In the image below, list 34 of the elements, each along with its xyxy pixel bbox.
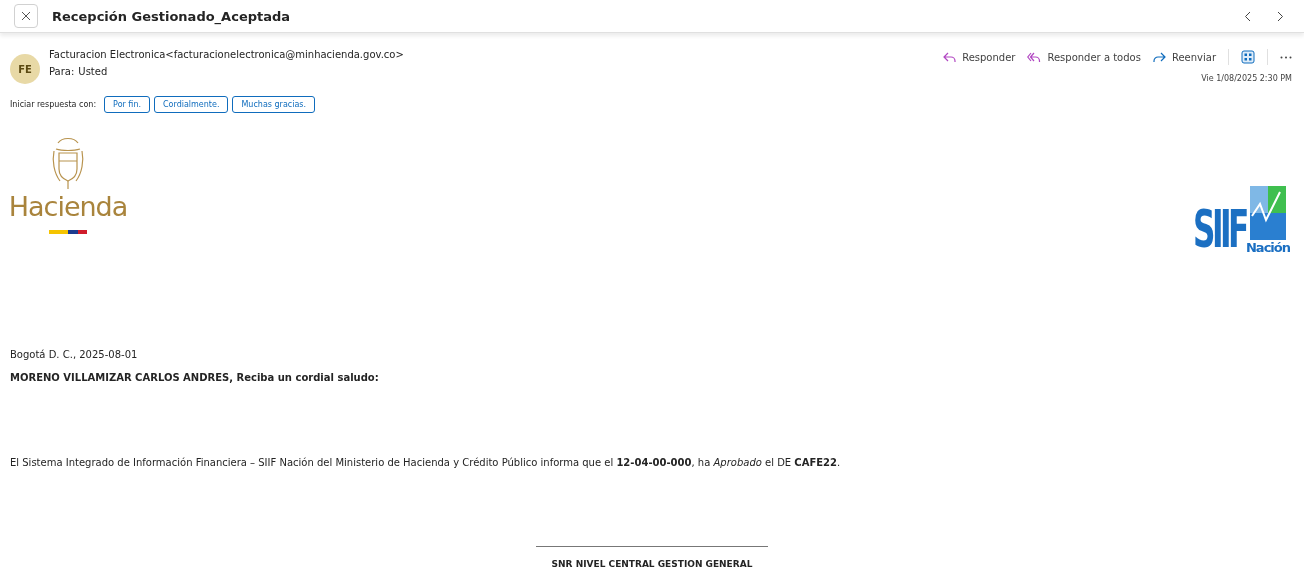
flag-stripe-icon (49, 230, 87, 234)
message-paragraph: El Sistema Integrado de Información Financiera – SIIF Nación del Ministerio de Hacienda y Crédito Público informa que el 12-04-00-000, ha Aprobado el DE CAFE22. (10, 457, 842, 468)
to-label: Para: (49, 66, 75, 77)
sent-date: Vie 1/08/2025 2:30 PM (1201, 74, 1292, 83)
quick-reply-button[interactable]: Muchas gracias. (232, 96, 316, 113)
quick-reply-label: Iniciar respuesta con: (10, 100, 97, 109)
nacion-logo-text: Nación (1246, 240, 1290, 255)
more-button[interactable] (1280, 55, 1292, 59)
coat-of-arms-icon (50, 135, 86, 191)
grid-icon (1241, 50, 1255, 64)
quick-reply-button[interactable]: Cordialmente. (154, 96, 229, 113)
chevron-right-icon (1277, 10, 1284, 22)
close-button[interactable] (14, 4, 38, 28)
email-subject: Recepción Gestionado_Aceptada (52, 8, 292, 24)
reply-button[interactable]: Responder (943, 51, 1016, 63)
reply-icon (943, 51, 957, 63)
place-date: Bogotá D. C., 2025-08-01 (10, 349, 139, 360)
greeting: MORENO VILLAMIZAR CARLOS ANDRES, Reciba un cordial saludo: (10, 372, 380, 383)
signature: SNR NIVEL CENTRAL GESTION GENERAL (551, 559, 753, 569)
reply-all-icon (1027, 51, 1042, 63)
sender-address[interactable]: Facturacion Electronica<facturacionelectronica@minhacienda.gov.co> (49, 49, 935, 60)
chart-logo-icon (1250, 186, 1286, 240)
sender-avatar: FE (10, 54, 40, 84)
forward-button[interactable]: Reenviar (1152, 51, 1216, 63)
forward-icon (1152, 51, 1166, 63)
hacienda-logo-text: Hacienda (8, 191, 128, 222)
more-icon (1280, 55, 1292, 59)
siif-logo-text: SIIF (1193, 203, 1246, 255)
apps-button[interactable] (1241, 50, 1255, 64)
recipient: Usted (78, 66, 108, 77)
chevron-left-icon (1244, 10, 1251, 22)
quick-reply-button[interactable]: Por fin. (104, 96, 150, 113)
close-icon (21, 11, 31, 21)
reply-all-button[interactable]: Responder a todos (1027, 51, 1141, 63)
